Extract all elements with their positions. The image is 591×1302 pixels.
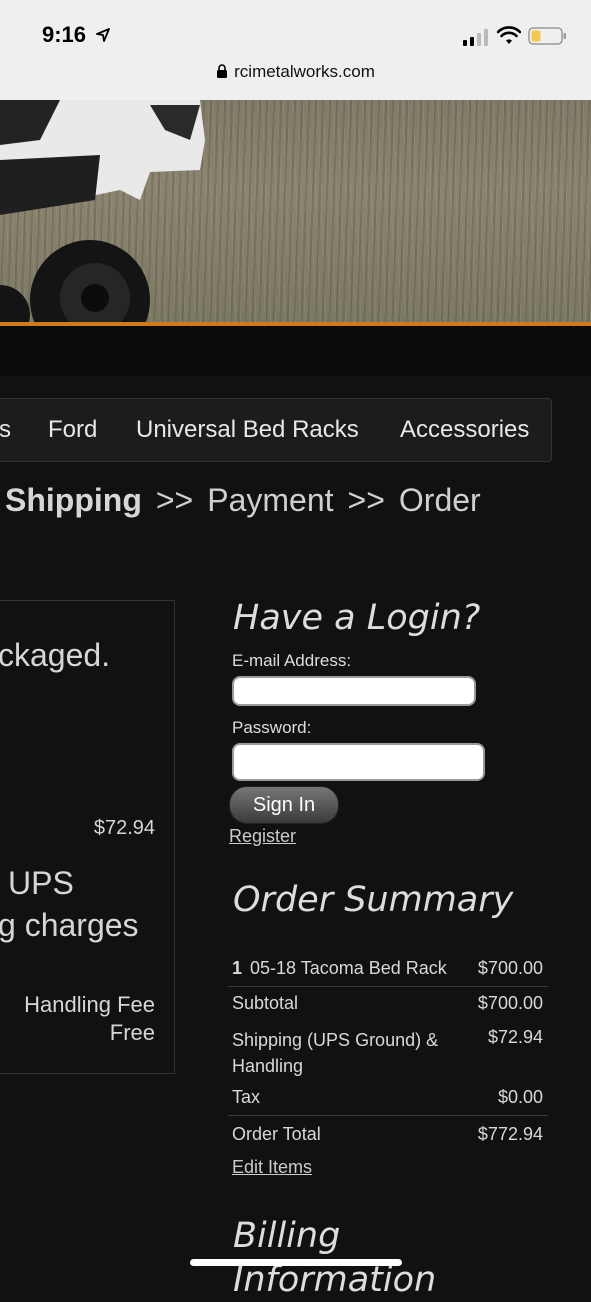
step-order: Order [398,482,481,518]
handling-fee-value: Free [109,1020,155,1045]
charges-text: g charges [0,907,139,943]
cellular-signal-icon [463,29,488,46]
total-label: Order Total [232,1124,321,1144]
handling-fee: Handling Fee Free [24,991,155,1047]
nav-item-ford[interactable]: Ford [48,416,97,444]
login-heading: Have a Login? [233,598,481,638]
item-name: 05-18 Tacoma Bed Rack [250,958,447,978]
register-link[interactable]: Register [229,826,296,847]
url-bar[interactable]: rcimetalworks.com [0,62,591,82]
nav-item-partial[interactable]: s [0,416,11,444]
tax-row: Tax $0.00 [228,1081,548,1116]
hero-image [0,100,591,324]
tax-value: $0.00 [497,1087,543,1107]
ups-text: UPS [8,865,74,901]
clock-time: 9:16 [42,22,87,47]
sign-in-button[interactable]: Sign In [229,786,339,824]
checkout-steps: Shipping >> Payment >> Order [5,482,481,519]
total-row: Order Total $772.94 [228,1116,548,1150]
subtotal-value: $700.00 [477,993,543,1013]
email-label: E-mail Address: [232,651,352,670]
shipping-value: $72.94 [487,1027,543,1047]
order-summary-heading: Order Summary [233,880,514,920]
tax-label: Tax [232,1087,261,1107]
subtotal-row: Subtotal $700.00 [228,987,548,1021]
password-label: Password: [232,718,312,737]
browser-status-bar: 9:16 rcimetalworks.com [0,0,591,100]
billing-heading-line-2: Information [233,1260,437,1300]
handling-fee-label: Handling Fee [24,992,155,1017]
step-shipping: Shipping [5,482,142,518]
battery-icon [528,27,566,45]
packaged-text: ckaged. [0,637,111,673]
edit-items-link[interactable]: Edit Items [232,1157,312,1178]
item-qty: 1 [232,958,243,978]
line-item-row: 1 05-18 Tacoma Bed Rack $700.00 [228,952,548,987]
shipping-label-line-2: Handling [232,1056,304,1076]
billing-heading: Billing Information [233,1214,436,1302]
truck-illustration [0,100,205,324]
nav-item-accessories[interactable]: Accessories [400,416,529,444]
shipping-label: Shipping (UPS Ground) & Handling [232,1027,438,1079]
shipping-row: Shipping (UPS Ground) & Handling $72.94 [228,1021,548,1081]
wifi-icon [497,26,521,44]
email-field[interactable] [232,676,476,706]
url-domain: rcimetalworks.com [234,62,375,81]
lock-icon [217,64,228,78]
shipping-options-panel: ckaged. $72.94 UPS g charges Handling Fe… [0,600,175,1074]
home-indicator[interactable] [190,1259,402,1266]
shipping-label-line-1: Shipping (UPS Ground) & [232,1030,439,1050]
subtotal-label: Subtotal [232,993,299,1013]
total-value: $772.94 [477,1124,543,1144]
header-band [0,326,591,376]
shipping-price: $72.94 [93,817,155,839]
category-nav: s Ford Universal Bed Racks Accessories [0,398,552,462]
billing-heading-line-1: Billing [233,1216,341,1256]
line-item: 1 05-18 Tacoma Bed Rack [232,958,447,979]
item-price: $700.00 [477,958,543,978]
step-payment: Payment [207,482,334,518]
nav-item-universal-bed-racks[interactable]: Universal Bed Racks [136,416,359,444]
order-summary-table: 1 05-18 Tacoma Bed Rack $700.00 Subtotal … [228,952,548,1150]
location-arrow-icon [96,28,110,42]
step-separator: >> [347,482,385,518]
password-field[interactable] [232,743,485,781]
step-separator: >> [155,482,194,518]
